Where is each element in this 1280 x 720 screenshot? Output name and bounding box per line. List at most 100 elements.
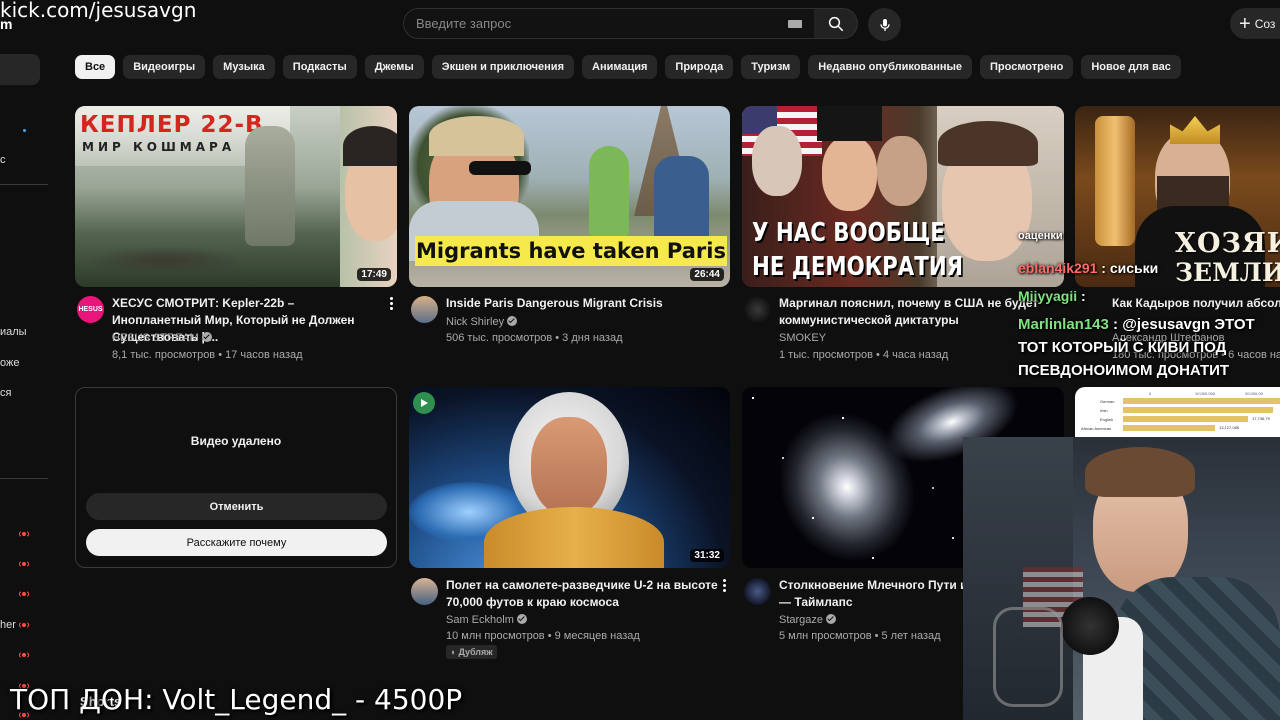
video-thumbnail[interactable]: КЕПЛЕР 22-В МИР КОШМАРА 17:49 [75,106,397,287]
channel-avatar[interactable] [411,578,438,605]
chip-nature[interactable]: Природа [665,55,734,79]
chart-row-label: German [1100,399,1115,404]
thumbnail-subtitle: МИР КОШМАРА [82,140,236,154]
video-meta: 5 млн просмотров • 5 лет назад [779,630,941,642]
chat-username: Miiyyagii [1018,288,1078,304]
chart-value: 17,736,79 [1252,416,1270,421]
more-options-icon[interactable] [722,579,726,593]
verified-icon [516,614,527,624]
sidebar-item-fragment[interactable]: иалы [0,326,27,338]
channel-avatar[interactable]: HESUS [77,296,104,323]
subscriptions-dot [23,129,26,132]
video-thumbnail[interactable]: У НАС ВООБЩЕ НЕ ДЕМОКРАТИЯ [742,106,1064,287]
search-box[interactable] [403,8,815,39]
chart-bar [1123,416,1248,422]
chip-action-adventure[interactable]: Экшен и приключения [431,55,574,79]
sidebar-item-fragment[interactable]: ся [0,387,11,399]
chip-tourism[interactable]: Туризм [741,55,801,79]
video-title[interactable]: Inside Paris Dangerous Migrant Crisis [446,295,716,312]
search-button[interactable] [814,8,858,39]
undo-button[interactable]: Отменить [86,493,387,520]
video-thumbnail[interactable]: Migrants have taken Paris 26:44 [409,106,730,287]
chat-text: @jesusavgn ЭТОТ [1122,316,1255,333]
tell-us-why-button[interactable]: Расскажите почему [86,529,387,556]
channel-name-text: Nick Shirley [446,316,505,328]
chip-animation[interactable]: Анимация [582,55,658,79]
chip-jams[interactable]: Джемы [364,55,424,79]
mic-icon [879,18,890,31]
video-meta: 8,1 тыс. просмотров • 17 часов назад [112,349,303,361]
chip-watched[interactable]: Просмотрено [980,55,1074,79]
chart-bar [1123,425,1215,431]
channel-name[interactable]: Nick Shirley [446,316,518,328]
sidebar-item-fragment[interactable]: с [0,154,6,166]
stream-url-overlay: kick.com/jesusavgn [0,0,197,22]
thumbnail-caption: У НАС ВООБЩЕ НЕ ДЕМОКРАТИЯ [752,216,963,284]
thumbnail-caption-line: НЕ ДЕМОКРАТИЯ [752,252,964,282]
microphone [1061,597,1119,655]
video-meta: 506 тыс. просмотров • 3 дня назад [446,332,623,344]
plus-icon: + [1239,12,1251,35]
chart-tick: 10,000,000 [1195,391,1216,396]
live-icon [19,651,30,660]
audio-icon: ◖ [450,647,456,657]
video-title[interactable]: Маргинал пояснил, почему в США не будет … [779,295,1047,329]
chip-new-to-you[interactable]: Новое для вас [1081,55,1181,79]
video-duration: 17:49 [357,268,391,281]
thumbnail-title: КЕПЛЕР 22-В [80,112,264,138]
chip-recently-uploaded[interactable]: Недавно опубликованные [808,55,972,79]
chat-message: ТОТ КОТОРЫЙ С КИВИ ПОД [1018,339,1227,356]
sidebar-item-home[interactable] [0,54,40,85]
chip-videogames[interactable]: Видеоигры [123,55,206,79]
channel-name[interactable]: HESUS STREAM [112,332,212,344]
streamer-webcam [963,437,1280,720]
sidebar-item-fragment[interactable]: her [0,619,16,631]
removed-video-title: Видео удалено [190,434,282,448]
dubbing-label: Дубляж [458,647,493,657]
chart-tick: 20,000,00 [1245,391,1263,396]
chart-row-label: African American [1081,426,1112,431]
chat-username: Marlinlan143 [1018,316,1109,333]
search-input[interactable] [404,9,814,38]
chat-text: сиськи [1109,260,1159,276]
create-label: Соз [1254,16,1276,31]
thumbnail-caption: Migrants have taken Paris [415,236,727,266]
video-thumbnail[interactable]: 31:32 [409,387,730,568]
chart-bar [1123,407,1273,413]
channel-name[interactable]: SMOKEY [779,332,826,344]
video-duration: 31:32 [690,549,724,562]
chart-row-label: English [1100,417,1114,422]
keyboard-icon[interactable] [788,20,802,28]
create-button[interactable]: + Соз [1230,8,1280,39]
video-duration: 26:44 [690,268,724,281]
video-title[interactable]: Столкновение Млечного Пути и — Таймлапс [779,577,969,611]
live-icon [19,530,30,539]
chat-username: eblan4ik291 [1018,260,1098,276]
channel-name[interactable]: Stargaze [779,614,837,626]
verified-icon [507,316,518,326]
chat-message: eblan4ik291 : сиськи [1018,260,1159,276]
more-options-icon[interactable] [389,297,393,311]
live-icon [19,590,30,599]
chip-music[interactable]: Музыка [213,55,275,79]
channel-name[interactable]: Sam Eckholm [446,614,527,626]
channel-avatar[interactable] [744,296,771,323]
video-thumbnail[interactable]: 0 10,000,000 20,000,00 German Irish Engl… [1075,387,1280,437]
sidebar-divider [0,184,48,185]
thumbnail-caption-line: У НАС ВООБЩЕ [752,218,945,248]
removed-video-card: Видео удалено Отменить Расскажите почему [75,387,397,568]
voice-search-button[interactable] [868,8,901,41]
verified-icon [201,332,212,342]
filter-chips: Все Видеоигры Музыка Подкасты Джемы Экше… [75,55,1181,79]
thumbnail-caption: ХОЗЯИ [1175,228,1280,259]
video-title[interactable]: Как Кадыров получил абсол [1112,295,1280,312]
chip-all[interactable]: Все [75,55,116,79]
chip-podcasts[interactable]: Подкасты [282,55,357,79]
live-icon [19,621,30,630]
channel-avatar[interactable] [411,296,438,323]
channel-avatar[interactable] [744,578,771,605]
chart-tick: 0 [1149,391,1152,396]
sidebar-item-fragment[interactable]: оже [0,357,19,369]
video-meta: 10 млн просмотров • 9 месяцев назад [446,630,640,642]
video-title[interactable]: Полет на самолете-разведчике U-2 на высо… [446,577,718,611]
